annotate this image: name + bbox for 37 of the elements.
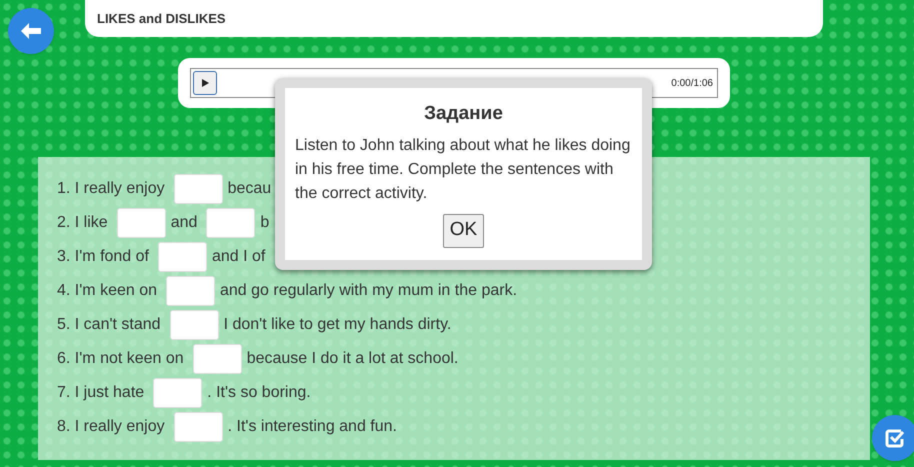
sentence-text: 7. I just hate: [57, 383, 144, 403]
sentence-text: 5. I can't stand: [57, 315, 161, 335]
answer-box[interactable]: [166, 276, 215, 306]
ok-button[interactable]: OK: [442, 214, 484, 248]
answer-box[interactable]: [174, 174, 223, 204]
sentence-text: 1. I really enjoy: [57, 179, 165, 199]
sentence-text: 3. I'm fond of: [57, 247, 149, 267]
answer-box[interactable]: [192, 344, 242, 374]
dialog-title: Задание: [424, 102, 503, 126]
sentence-text: and: [170, 213, 198, 233]
sentence-text: . It's so boring.: [207, 383, 311, 403]
sentence-text: I don't like to get my hands dirty.: [224, 315, 452, 335]
check-button[interactable]: [872, 415, 914, 461]
sentence-text: b: [260, 213, 270, 233]
answer-box[interactable]: [116, 208, 166, 238]
play-icon: [202, 79, 208, 87]
answer-box[interactable]: [153, 378, 202, 408]
sentence-text: 2. I like: [57, 213, 108, 233]
sentence-text: 6. I'm not keen on: [57, 349, 184, 369]
page-title: LIKES and DISLIKES: [97, 10, 226, 28]
sentence-text: 4. I'm keen on: [57, 281, 157, 301]
play-button[interactable]: [193, 71, 217, 95]
sentence-text: . It's interesting and fun.: [228, 417, 397, 437]
back-arrow-icon: [21, 23, 41, 39]
answer-box[interactable]: [170, 310, 219, 340]
sentence-text: 8. I really enjoy: [57, 417, 165, 437]
back-button[interactable]: [8, 8, 54, 54]
sentence-text: and I of: [212, 247, 266, 267]
sentence-text: becau: [228, 179, 272, 199]
dialog-message: Listen to John talking about what he likes doing in his free time. Complete the sentences with the correct activity.: [295, 136, 632, 204]
time-display: 0:00/1:06: [671, 76, 713, 90]
checkbox-icon: [885, 428, 905, 448]
answer-box[interactable]: [158, 242, 207, 272]
answer-box[interactable]: [174, 412, 223, 442]
sentence-text: and go regularly with my mum in the park.: [220, 281, 518, 301]
sentence-text: because I do it a lot at school.: [246, 349, 458, 369]
answer-box[interactable]: [206, 208, 256, 238]
